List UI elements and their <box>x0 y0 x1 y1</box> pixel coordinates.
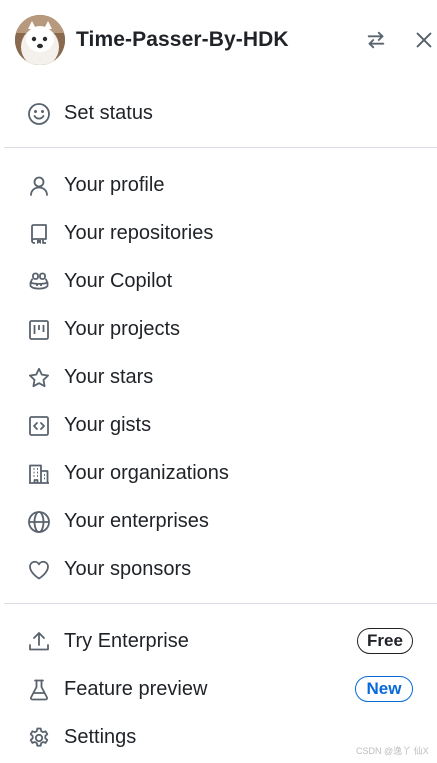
menu-item-label: Feature preview <box>64 678 208 700</box>
watermark: CSDN @逸丫 仙X <box>356 746 429 756</box>
organization-icon <box>26 461 52 487</box>
avatar[interactable] <box>15 15 65 65</box>
arrow-switch-icon <box>367 31 385 49</box>
account-header: Time-Passer-By-HDK <box>0 0 437 80</box>
divider <box>4 603 437 604</box>
menu-item-label: Your organizations <box>64 462 229 484</box>
menu-item-your-organizations[interactable]: Your organizations <box>0 449 437 497</box>
x-close-icon <box>416 32 432 48</box>
set-status-item[interactable]: Set status <box>0 89 437 137</box>
menu-item-label: Your sponsors <box>64 558 192 580</box>
menu-item-label: Your repositories <box>64 222 214 244</box>
code-square-icon <box>26 413 52 439</box>
person-icon <box>26 173 52 199</box>
menu-item-your-stars[interactable]: Your stars <box>0 353 437 401</box>
beaker-icon <box>26 677 52 703</box>
menu-item-label: Your profile <box>64 174 165 196</box>
menu-item-your-projects[interactable]: Your projects <box>0 305 437 353</box>
menu-item-label: Your stars <box>64 366 154 388</box>
set-status-label: Set status <box>64 102 153 124</box>
menu-item-label: Your gists <box>64 414 152 436</box>
free-badge: Free <box>357 628 413 654</box>
divider <box>4 147 437 148</box>
star-icon <box>26 365 52 391</box>
menu-item-label: Your projects <box>64 318 180 340</box>
globe-icon <box>26 509 52 535</box>
new-badge: New <box>355 676 413 702</box>
menu-item-try-enterprise[interactable]: Try Enterprise Free <box>0 617 437 665</box>
menu-item-feature-preview[interactable]: Feature preview New <box>0 665 437 713</box>
upload-icon <box>26 629 52 655</box>
menu-item-your-enterprises[interactable]: Your enterprises <box>0 497 437 545</box>
project-icon <box>26 317 52 343</box>
gear-icon <box>26 725 52 751</box>
switch-account-button[interactable] <box>363 27 389 53</box>
menu-item-label: Settings <box>64 726 137 748</box>
close-button[interactable] <box>411 27 437 53</box>
menu-item-label: Your enterprises <box>64 510 209 532</box>
smiley-icon <box>26 101 52 127</box>
copilot-icon <box>26 269 52 295</box>
menu-item-your-profile[interactable]: Your profile <box>0 161 437 209</box>
menu-item-label: Try Enterprise <box>64 630 189 652</box>
menu-item-your-copilot[interactable]: Your Copilot <box>0 257 437 305</box>
heart-icon <box>26 557 52 583</box>
menu-item-your-sponsors[interactable]: Your sponsors <box>0 545 437 593</box>
username: Time-Passer-By-HDK <box>76 28 289 51</box>
menu-item-your-repositories[interactable]: Your repositories <box>0 209 437 257</box>
menu-item-label: Your Copilot <box>64 270 173 292</box>
repo-icon <box>26 221 52 247</box>
menu-item-your-gists[interactable]: Your gists <box>0 401 437 449</box>
